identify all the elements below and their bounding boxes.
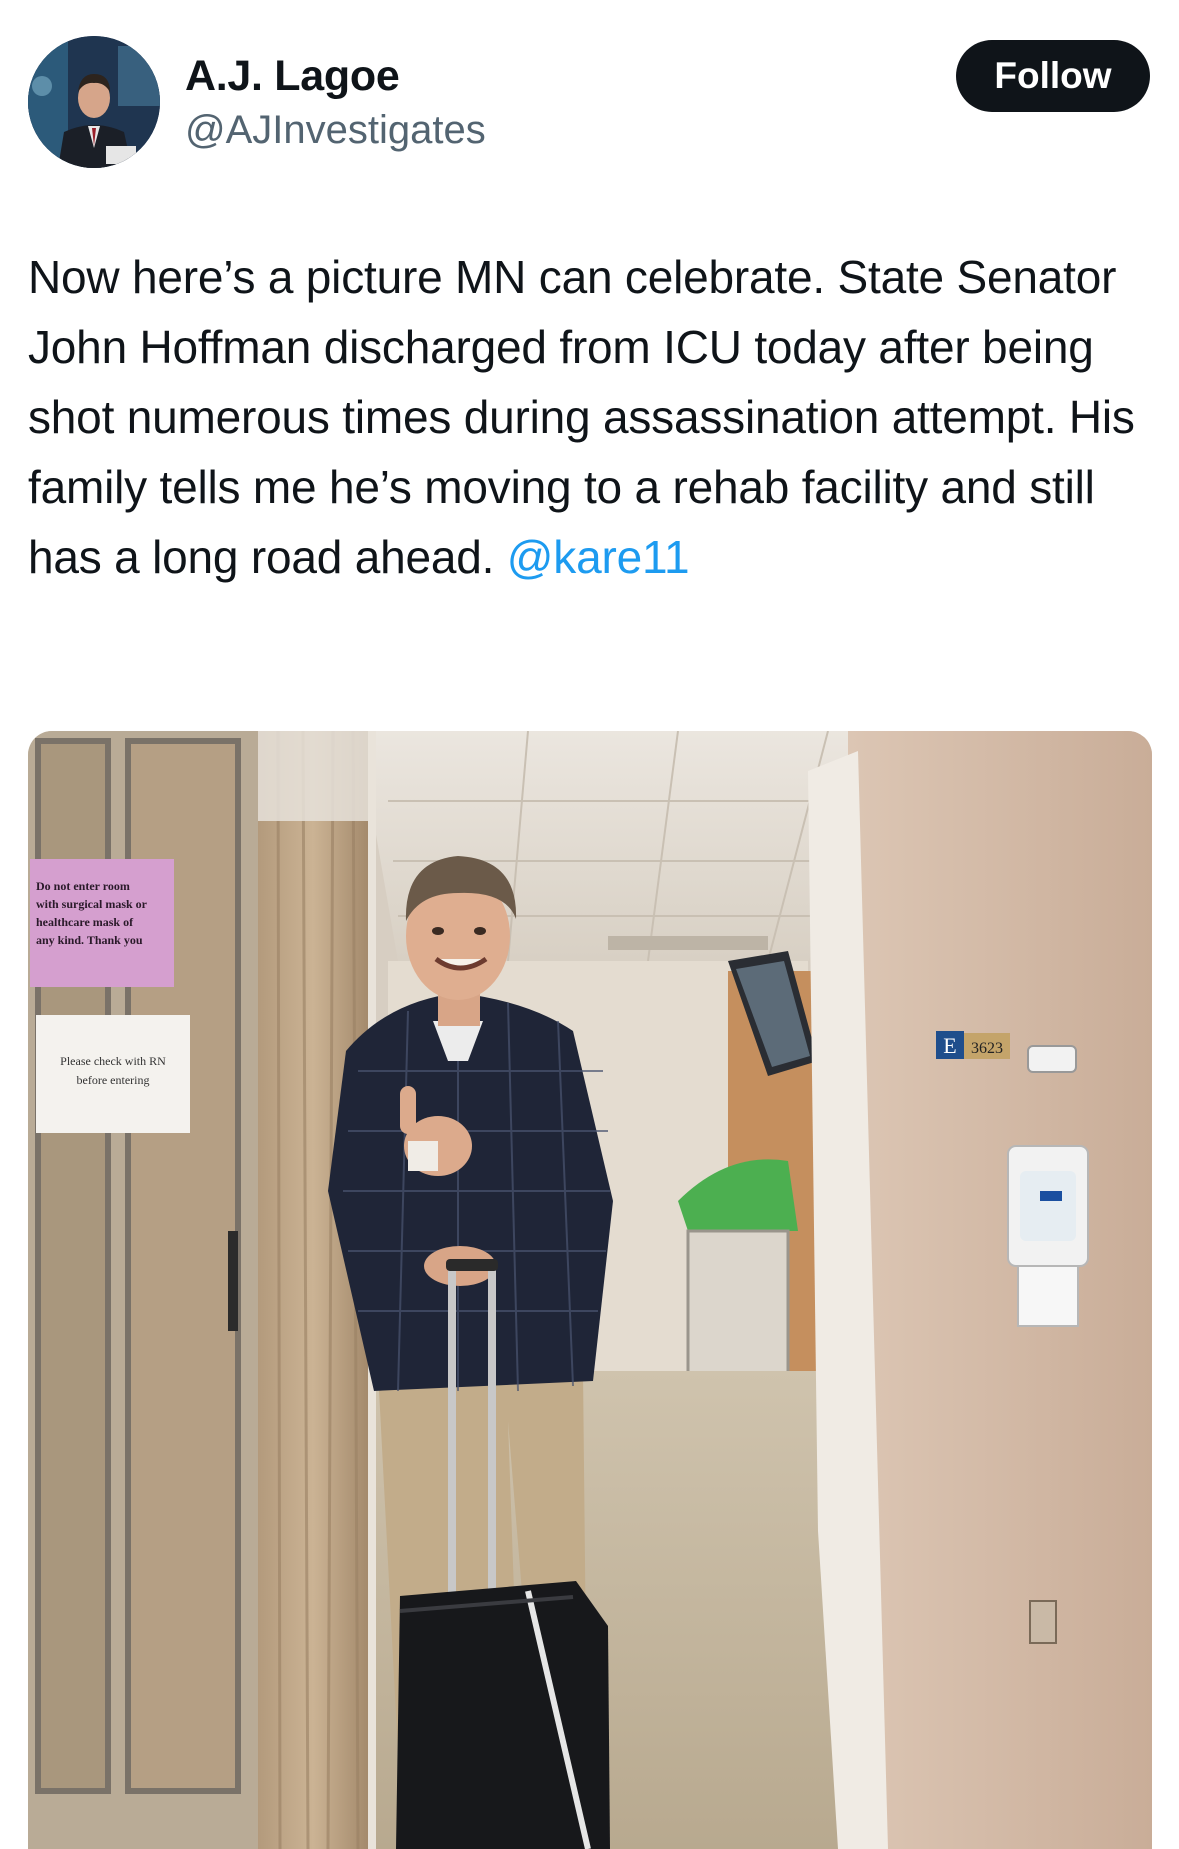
mention-link[interactable]: @kare11 xyxy=(507,531,690,583)
avatar[interactable] xyxy=(28,36,160,168)
display-name[interactable]: A.J. Lagoe xyxy=(185,50,486,102)
rn-sign-line-2: before entering xyxy=(77,1073,150,1087)
tweet-text: Now here’s a picture MN can celebrate. S… xyxy=(28,242,1158,592)
mask-sign-line-4: any kind. Thank you xyxy=(36,933,143,947)
room-letter: E xyxy=(943,1033,956,1058)
mask-sign-line-3: healthcare mask of xyxy=(36,915,134,929)
mask-sign-line-1: Do not enter room xyxy=(36,879,130,893)
author-names: A.J. Lagoe @AJInvestigates xyxy=(185,50,486,156)
hospital-photo: E 3623 Do not enter room with surgical m… xyxy=(28,731,1152,1849)
handle[interactable]: @AJInvestigates xyxy=(185,104,486,156)
follow-button[interactable]: Follow xyxy=(956,40,1150,112)
rn-sign-line-1: Please check with RN xyxy=(60,1054,166,1068)
profile-photo-icon xyxy=(28,36,160,168)
tweet-header: A.J. Lagoe @AJInvestigates Follow xyxy=(28,36,1151,170)
room-number: 3623 xyxy=(971,1040,1003,1057)
tweet-photo[interactable]: E 3623 Do not enter room with surgical m… xyxy=(28,731,1152,1849)
mask-sign-line-2: with surgical mask or xyxy=(36,897,148,911)
